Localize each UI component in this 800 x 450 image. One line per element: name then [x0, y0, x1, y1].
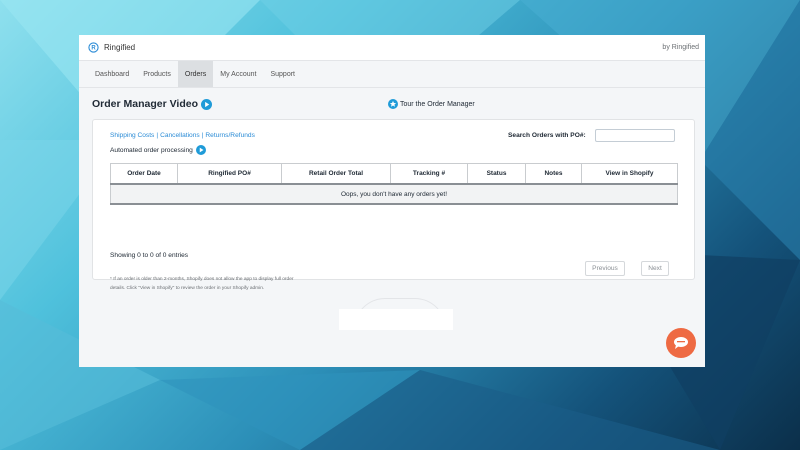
tab-my-account[interactable]: My Account	[213, 61, 263, 87]
play-icon[interactable]	[201, 98, 213, 110]
star-icon	[388, 99, 398, 109]
chat-button[interactable]	[666, 328, 696, 358]
page-header: Order Manager Video Tour the Order Manag…	[79, 88, 705, 118]
table-row: Oops, you don't have any orders yet!	[110, 183, 678, 205]
col-notes[interactable]: Notes	[525, 163, 582, 185]
tour-link[interactable]: Tour the Order Manager	[388, 99, 475, 109]
tour-label: Tour the Order Manager	[400, 100, 475, 108]
by-ringified-label: by Ringified	[662, 44, 699, 51]
col-view-in-shopify[interactable]: View in Shopify	[581, 163, 678, 185]
chat-icon	[674, 337, 688, 349]
orders-table: Order Date Ringified PO# Retail Order To…	[110, 163, 678, 205]
search-po-input[interactable]	[595, 129, 675, 142]
page-title-text: Order Manager Video	[92, 98, 199, 110]
automated-processing: Automated order processing	[110, 145, 206, 155]
cancellations-link[interactable]: Cancellations	[160, 132, 200, 139]
policy-links: Shipping Costs | Cancellations | Returns/Ref…	[110, 132, 255, 139]
tab-orders[interactable]: Orders	[177, 61, 214, 87]
previous-button[interactable]: Previous	[585, 261, 625, 276]
col-ringified-po[interactable]: Ringified PO#	[177, 163, 282, 185]
shipping-costs-link[interactable]: Shipping Costs	[110, 132, 154, 139]
ringified-logo-icon: R	[88, 42, 99, 53]
returns-refunds-link[interactable]: Returns/Refunds	[205, 132, 254, 139]
title-bar: R Ringified by Ringified	[79, 35, 705, 61]
col-retail-order-total[interactable]: Retail Order Total	[281, 163, 391, 185]
app-window: R Ringified by Ringified Dashboard Produ…	[79, 35, 705, 367]
blank-panel	[339, 309, 453, 330]
search-label: Search Orders with PO#:	[508, 132, 586, 139]
col-order-date[interactable]: Order Date	[110, 163, 178, 185]
empty-message: Oops, you don't have any orders yet!	[110, 183, 678, 205]
link-separator: |	[156, 132, 159, 139]
app-title: Ringified	[104, 43, 136, 52]
tab-support[interactable]: Support	[263, 61, 302, 87]
svg-text:R: R	[91, 46, 96, 52]
play-icon[interactable]	[195, 145, 206, 155]
next-button[interactable]: Next	[641, 261, 669, 276]
tab-dashboard[interactable]: Dashboard	[88, 61, 136, 87]
entries-count: Showing 0 to 0 of 0 entries	[110, 252, 189, 259]
link-separator: |	[201, 132, 204, 139]
orders-card: Shipping Costs | Cancellations | Returns/Ref…	[92, 119, 695, 291]
table-header-row: Order Date Ringified PO# Retail Order To…	[110, 163, 678, 185]
order-age-note: * If an order is older than 2-months, Sh…	[110, 277, 294, 291]
page-title: Order Manager Video	[92, 98, 213, 110]
tab-products[interactable]: Products	[136, 61, 178, 87]
automated-processing-label: Automated order processing	[110, 146, 193, 154]
col-tracking[interactable]: Tracking #	[390, 163, 468, 185]
nav-bar: Dashboard Products Orders My Account Sup…	[79, 61, 705, 88]
col-status[interactable]: Status	[467, 163, 526, 185]
